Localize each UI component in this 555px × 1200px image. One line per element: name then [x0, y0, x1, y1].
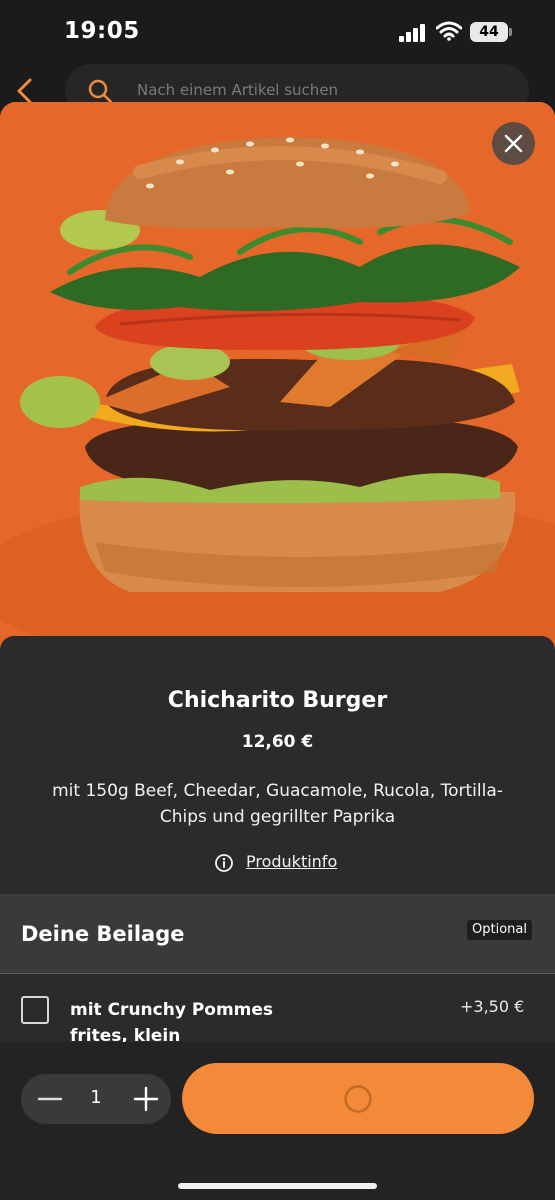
- close-button[interactable]: [492, 122, 535, 165]
- battery-cap: [509, 28, 512, 36]
- product-image: [0, 102, 555, 650]
- plus-icon[interactable]: [125, 1079, 165, 1119]
- section-title: Deine Beilage: [21, 922, 185, 946]
- loading-spinner-icon: [344, 1085, 372, 1113]
- product-info: Chicharito Burger 12,60 € mit 150g Beef,…: [0, 636, 555, 896]
- search-placeholder: Nach einem Artikel suchen: [137, 81, 339, 99]
- section-header: Deine Beilage Optional: [0, 894, 555, 974]
- info-icon: [215, 854, 233, 872]
- cellular-signal-icon: [399, 24, 425, 42]
- product-price: 12,60 €: [241, 732, 314, 752]
- optional-badge: Optional: [467, 920, 532, 940]
- burger-illustration: [0, 102, 555, 650]
- option-checkbox[interactable]: [21, 996, 49, 1024]
- option-price: +3,50 €: [460, 997, 525, 1016]
- product-sheet: Chicharito Burger 12,60 € mit 150g Beef,…: [0, 102, 555, 1200]
- status-time: 19:05: [64, 18, 140, 44]
- battery-level: 44: [470, 22, 508, 42]
- add-to-cart-button[interactable]: [182, 1063, 534, 1134]
- product-title: Chicharito Burger: [167, 688, 388, 713]
- wifi-icon: [436, 21, 462, 41]
- home-indicator: [178, 1183, 377, 1189]
- product-info-label[interactable]: Produktinfo: [246, 852, 337, 871]
- search-icon: [88, 79, 113, 104]
- status-bar: 19:05 44: [0, 0, 555, 62]
- close-icon: [504, 134, 523, 153]
- battery-icon: 44: [470, 22, 512, 42]
- product-description: mit 150g Beef, Cheedar, Guacamole, Rucol…: [52, 781, 503, 827]
- quantity-value: 1: [90, 1087, 102, 1108]
- quantity-stepper: 1: [21, 1074, 171, 1124]
- bottom-bar: 1: [0, 1042, 555, 1200]
- minus-icon[interactable]: [31, 1079, 71, 1119]
